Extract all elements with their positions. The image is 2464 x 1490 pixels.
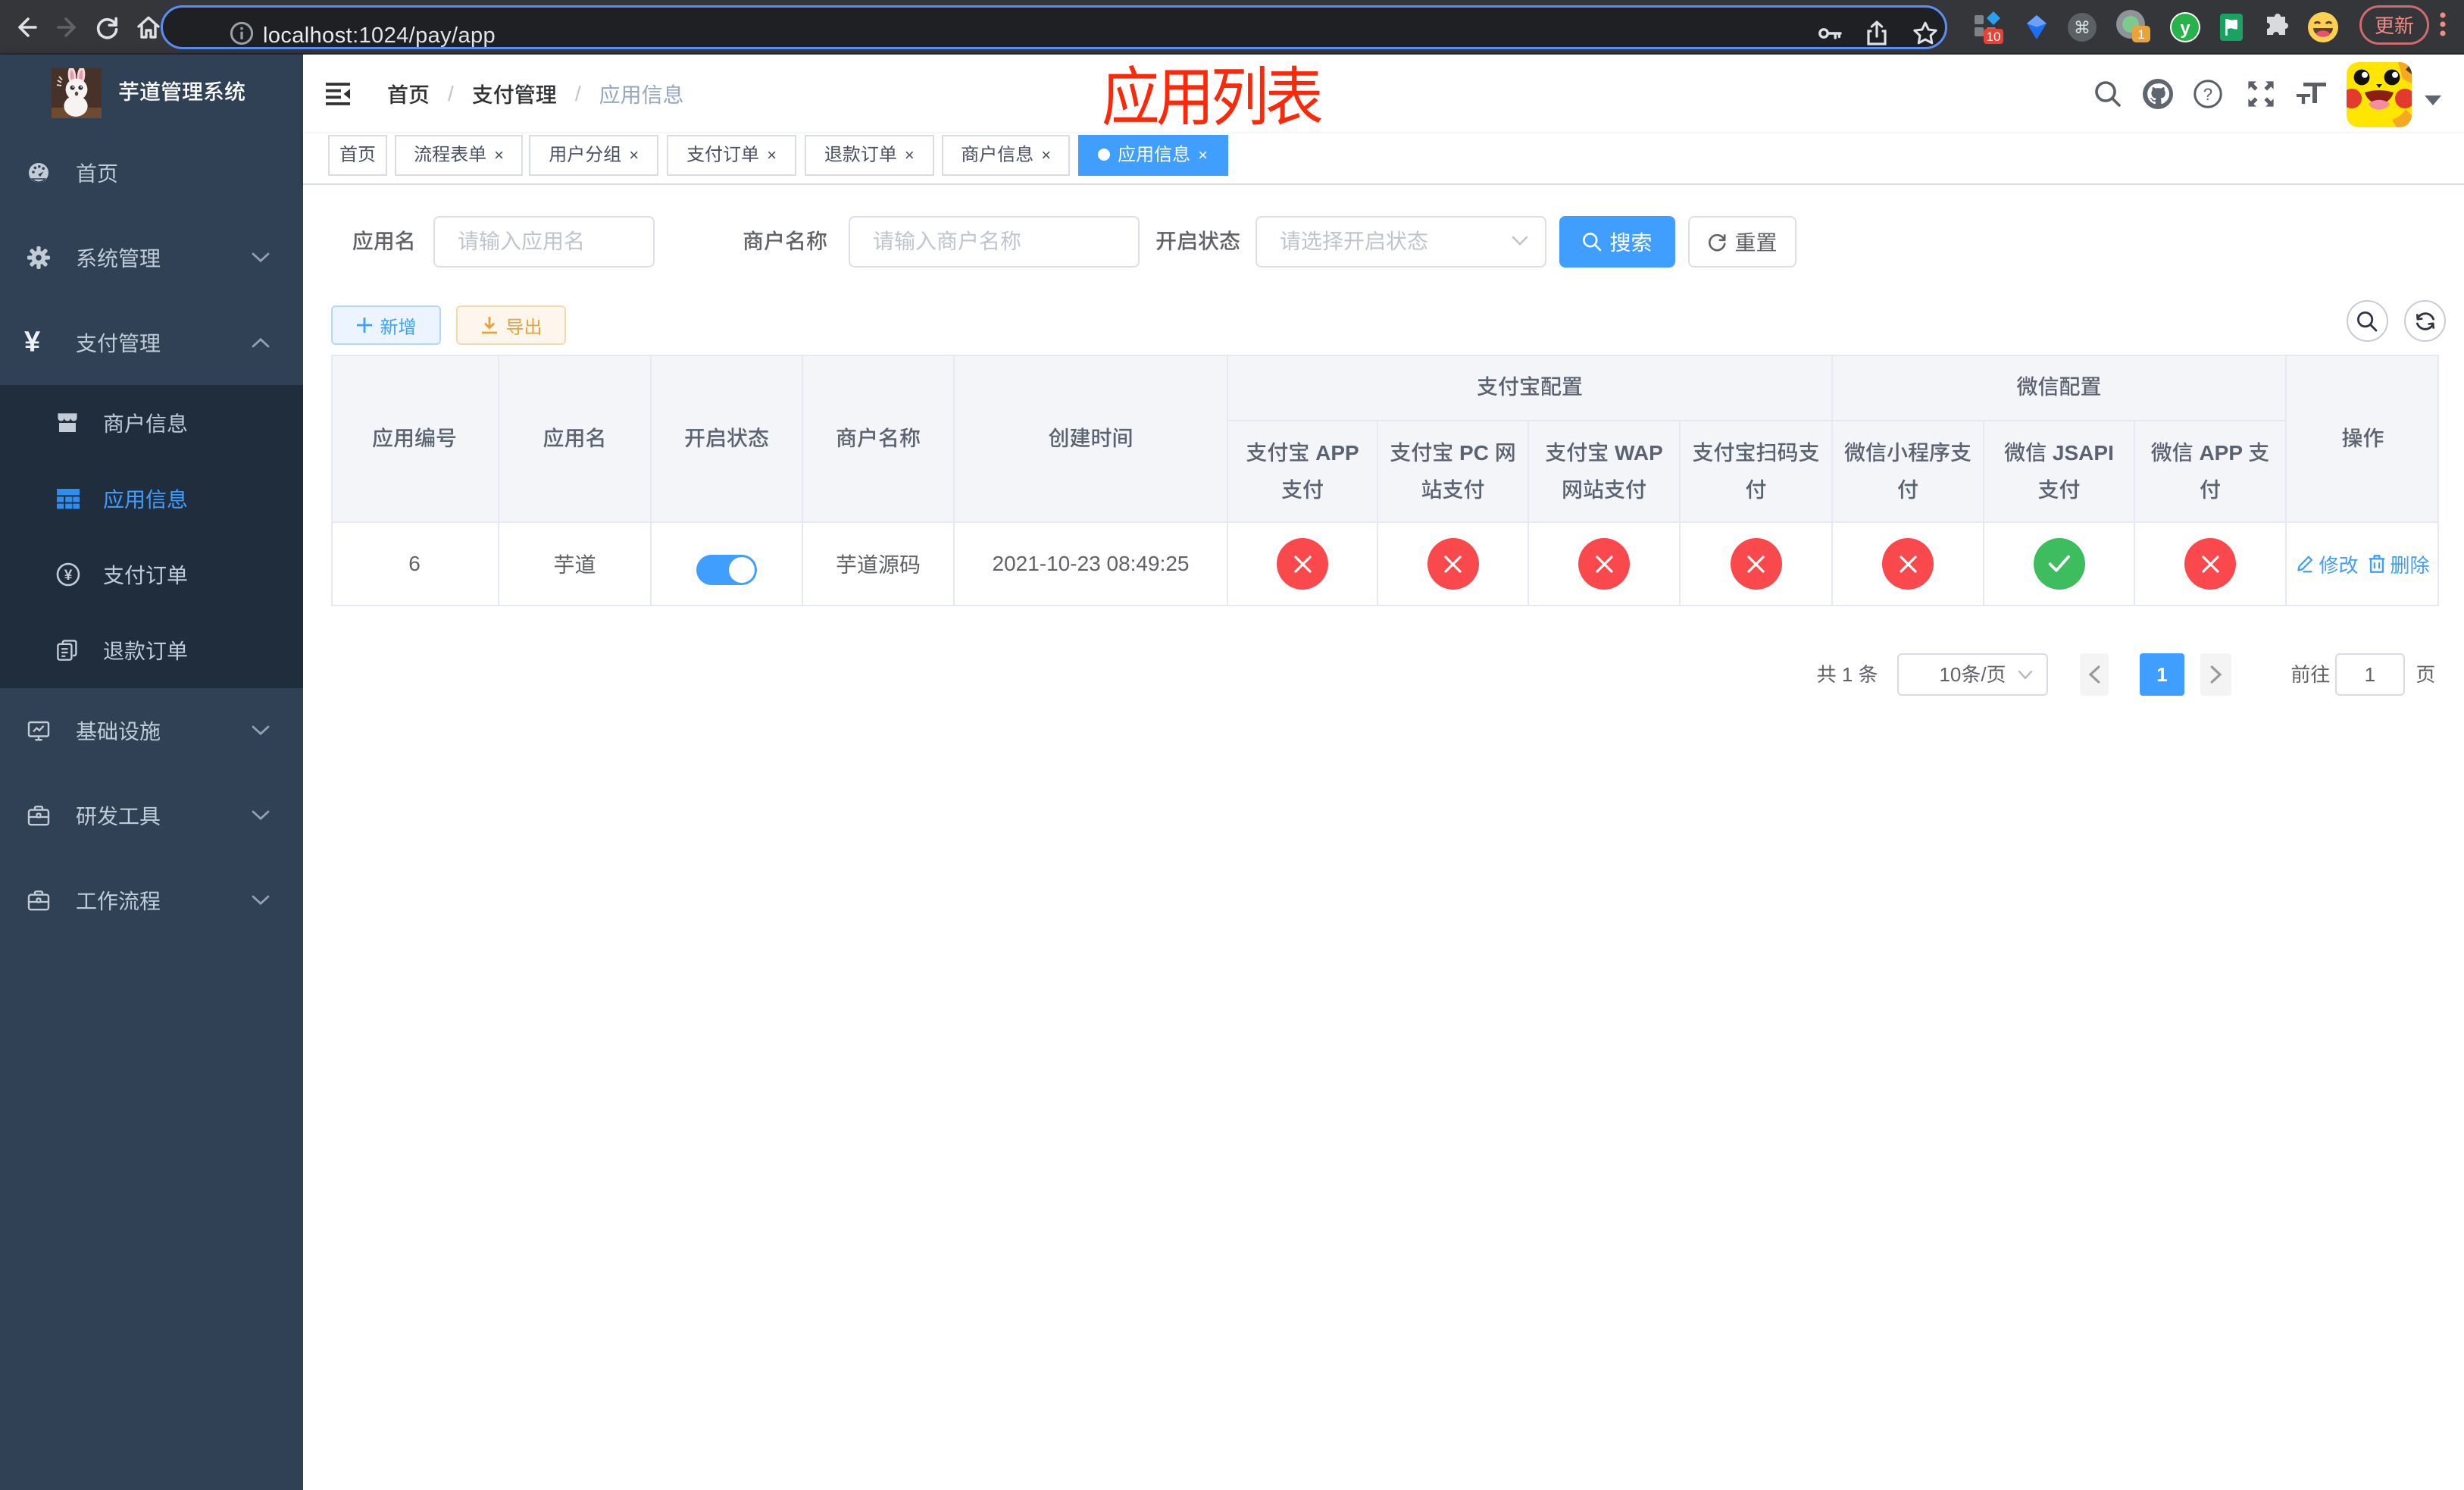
svg-text:?: ? bbox=[2203, 85, 2212, 104]
svg-text:¥: ¥ bbox=[64, 568, 73, 584]
svg-text:1: 1 bbox=[2137, 27, 2144, 42]
svg-text:y: y bbox=[2180, 18, 2190, 39]
svg-text:10: 10 bbox=[1987, 30, 2001, 44]
svg-text:⌘: ⌘ bbox=[2074, 18, 2090, 37]
